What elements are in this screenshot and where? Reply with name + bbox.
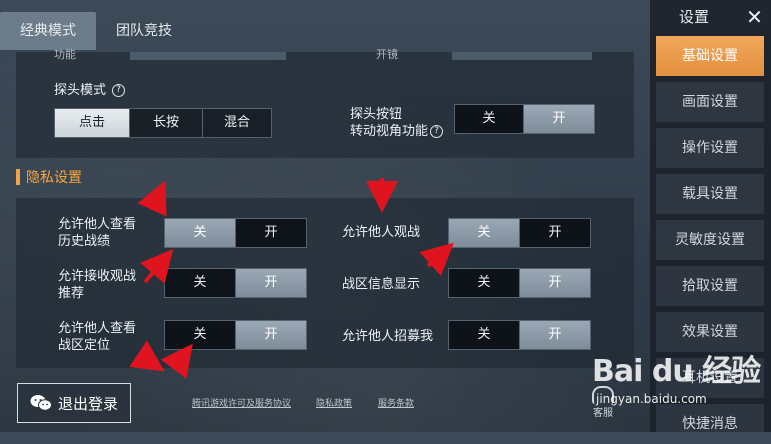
sidebar-item-pickup[interactable]: 拾取设置	[656, 266, 764, 306]
arrow-to-spectate-off	[419, 242, 454, 276]
sidebar-item-basic[interactable]: 基础设置	[656, 36, 764, 76]
sidebar-item-sensitivity[interactable]: 灵敏度设置	[656, 220, 764, 260]
sidebar-item-vehicle[interactable]: 载具设置	[656, 174, 764, 214]
arrow-to-history-label	[137, 180, 167, 217]
sidebar-item-controls[interactable]: 操作设置	[656, 128, 764, 168]
sidebar-item-display[interactable]: 画面设置	[656, 82, 764, 122]
arrow-to-history-off	[140, 248, 174, 284]
annotation-arrows	[129, 178, 454, 379]
settings-title: 设置	[678, 8, 709, 26]
arrow-to-location-off	[160, 343, 193, 379]
arrow-to-location-left	[129, 340, 165, 372]
sidebar-item-quick-message[interactable]: 快捷消息	[656, 404, 764, 432]
close-icon[interactable]: ✕	[738, 0, 771, 34]
